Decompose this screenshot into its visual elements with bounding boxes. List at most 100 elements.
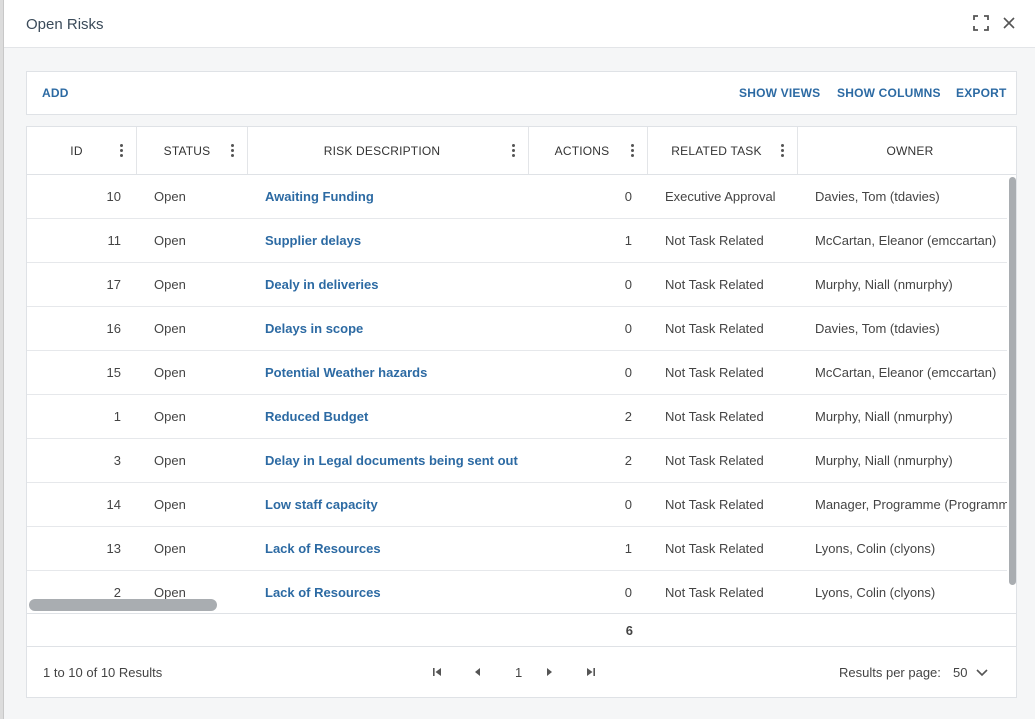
next-page-icon[interactable] — [542, 665, 556, 679]
column-menu-icon[interactable] — [508, 142, 518, 158]
grid-header: ID STATUS RISK DESCRIPTION ACTIONS RELAT… — [27, 127, 1016, 175]
cell-risk-description[interactable]: Supplier delays — [265, 219, 525, 262]
results-per-page-label: Results per page: — [839, 665, 941, 680]
table-row[interactable]: 13 Open Lack of Resources 1 Not Task Related… — [27, 527, 1007, 571]
chevron-down-icon[interactable] — [975, 666, 989, 680]
cell-risk-description[interactable]: Lack of Resources — [265, 571, 525, 613]
cell-id: 16 — [106, 321, 121, 336]
table-row[interactable]: 1 Open Reduced Budget 2 Not Task Related Murp… — [27, 395, 1007, 439]
cell-owner: McCartan, Eleanor (emccartan) — [815, 233, 997, 248]
results-summary: 1 to 10 of 10 Results — [43, 665, 163, 680]
cell-status: Open — [154, 189, 186, 204]
column-header-id[interactable]: ID — [27, 127, 137, 174]
cell-related-task: Not Task Related — [665, 233, 764, 248]
cell-id: 10 — [106, 189, 121, 204]
cell-owner: Murphy, Niall (nmurphy) — [815, 453, 953, 468]
add-button[interactable]: ADD — [42, 86, 69, 100]
cell-related-task: Not Task Related — [665, 585, 764, 600]
column-header-related-task[interactable]: RELATED TASK — [648, 127, 798, 174]
column-header-status[interactable]: STATUS — [137, 127, 248, 174]
totals-row: 6 — [27, 613, 1016, 647]
column-header-label: RELATED TASK — [671, 143, 762, 158]
cell-risk-description[interactable]: Low staff capacity — [265, 483, 525, 526]
last-page-icon[interactable] — [584, 665, 598, 679]
cell-id: 17 — [106, 277, 121, 292]
cell-risk-description[interactable]: Lack of Resources — [265, 527, 525, 570]
dialog-header: Open Risks — [4, 0, 1035, 48]
column-header-label: OWNER — [886, 143, 934, 158]
cell-actions: 1 — [624, 541, 632, 556]
cell-risk-description[interactable]: Potential Weather hazards — [265, 351, 525, 394]
horizontal-scrollbar[interactable] — [29, 599, 217, 611]
table-row[interactable]: 17 Open Dealy in deliveries 0 Not Task Relat… — [27, 263, 1007, 307]
cell-related-task: Not Task Related — [665, 321, 764, 336]
cell-related-task: Not Task Related — [665, 541, 764, 556]
cell-actions: 0 — [624, 277, 632, 292]
cell-status: Open — [154, 233, 186, 248]
cell-id: 15 — [106, 365, 121, 380]
column-header-label: ACTIONS — [554, 143, 610, 158]
cell-risk-description[interactable]: Delays in scope — [265, 307, 525, 350]
cell-owner: Davies, Tom (tdavies) — [815, 189, 940, 204]
table-row[interactable]: 11 Open Supplier delays 1 Not Task Related Mc… — [27, 219, 1007, 263]
actions-total: 6 — [625, 623, 633, 638]
show-columns-button[interactable]: SHOW COLUMNS — [837, 86, 941, 100]
cell-related-task: Not Task Related — [665, 365, 764, 380]
cell-related-task: Not Task Related — [665, 409, 764, 424]
cell-related-task: Not Task Related — [665, 453, 764, 468]
table-row[interactable]: 15 Open Potential Weather hazards 0 Not Task… — [27, 351, 1007, 395]
cell-risk-description[interactable]: Delay in Legal documents being sent out — [265, 439, 525, 482]
export-button[interactable]: EXPORT — [956, 86, 1007, 100]
table-row[interactable]: 3 Open Delay in Legal documents being sent… — [27, 439, 1007, 483]
cell-related-task: Not Task Related — [665, 277, 764, 292]
pagination-bar: 1 to 10 of 10 Results 1 Results per page… — [27, 648, 1016, 697]
cell-status: Open — [154, 409, 186, 424]
cell-id: 14 — [106, 497, 121, 512]
table-row[interactable]: 14 Open Low staff capacity 0 Not Task Relate… — [27, 483, 1007, 527]
current-page-number: 1 — [515, 665, 523, 680]
cell-id: 1 — [113, 409, 121, 424]
column-header-label: STATUS — [163, 143, 211, 158]
column-header-risk-description[interactable]: RISK DESCRIPTION — [248, 127, 529, 174]
cell-risk-description[interactable]: Awaiting Funding — [265, 175, 525, 218]
grid-body: 10 Open Awaiting Funding 0 Executive Approva… — [27, 175, 1016, 613]
dialog-title: Open Risks — [26, 16, 104, 33]
previous-page-icon[interactable] — [471, 665, 485, 679]
cell-owner: Murphy, Niall (nmurphy) — [815, 409, 953, 424]
cell-actions: 0 — [624, 321, 632, 336]
maximize-icon[interactable] — [971, 13, 991, 33]
table-row[interactable]: 16 Open Delays in scope 0 Not Task Related Da… — [27, 307, 1007, 351]
cell-related-task: Executive Approval — [665, 189, 776, 204]
grid-toolbar: ADD SHOW VIEWS SHOW COLUMNS EXPORT — [26, 71, 1017, 115]
results-per-page-select[interactable]: 50 — [953, 665, 967, 680]
close-icon[interactable] — [999, 13, 1019, 33]
table-row[interactable]: 10 Open Awaiting Funding 0 Executive Approva… — [27, 175, 1007, 219]
column-menu-icon[interactable] — [227, 142, 237, 158]
cell-id: 13 — [106, 541, 121, 556]
cell-status: Open — [154, 497, 186, 512]
cell-related-task: Not Task Related — [665, 497, 764, 512]
cell-actions: 1 — [624, 233, 632, 248]
cell-owner: Lyons, Colin (clyons) — [815, 585, 936, 600]
cell-owner: Manager, Programme (Programme — [815, 497, 1007, 512]
cell-status: Open — [154, 277, 186, 292]
first-page-icon[interactable] — [430, 665, 444, 679]
cell-risk-description[interactable]: Dealy in deliveries — [265, 263, 525, 306]
cell-owner: Murphy, Niall (nmurphy) — [815, 277, 953, 292]
cell-actions: 0 — [624, 585, 632, 600]
cell-risk-description[interactable]: Reduced Budget — [265, 395, 525, 438]
cell-actions: 2 — [624, 453, 632, 468]
cell-status: Open — [154, 365, 186, 380]
column-header-owner[interactable]: OWNER — [798, 127, 1016, 174]
column-menu-icon[interactable] — [116, 142, 126, 158]
column-menu-icon[interactable] — [627, 142, 637, 158]
show-views-button[interactable]: SHOW VIEWS — [739, 86, 820, 100]
vertical-scrollbar[interactable] — [1009, 177, 1016, 585]
column-menu-icon[interactable] — [777, 142, 787, 158]
open-risks-dialog: Open Risks ADD SHOW VIEWS SHOW COLUMNS E… — [3, 0, 1035, 719]
cell-status: Open — [154, 453, 186, 468]
cell-actions: 0 — [624, 189, 632, 204]
cell-owner: McCartan, Eleanor (emccartan) — [815, 365, 997, 380]
cell-status: Open — [154, 541, 186, 556]
column-header-actions[interactable]: ACTIONS — [529, 127, 648, 174]
